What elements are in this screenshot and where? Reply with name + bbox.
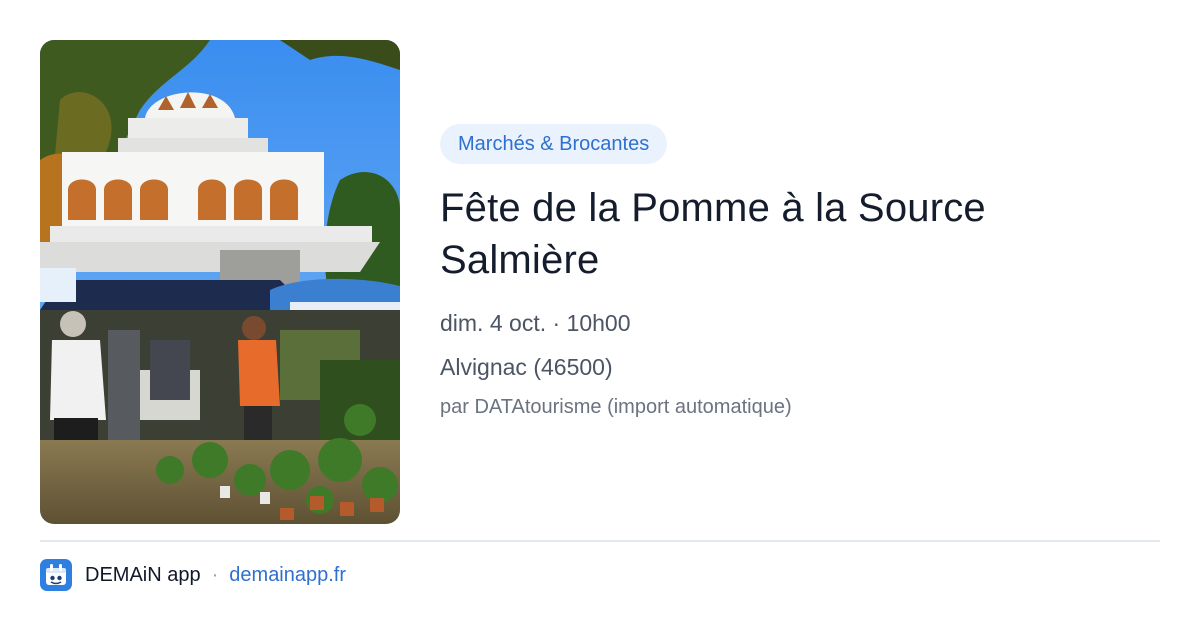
footer-separator: ·: [211, 563, 219, 586]
event-title[interactable]: Fête de la Pomme à la Source Salmière: [440, 182, 1160, 286]
event-location: Alvignac (46500): [440, 354, 613, 380]
footer-divider: [40, 540, 1160, 542]
event-title-line-1: Fête de la Pomme à la Source: [440, 186, 986, 230]
event-datetime: dim. 4 oct. · 10h00: [440, 310, 631, 336]
event-details: Marchés & Brocantes Fête de la Pomme à l…: [440, 124, 1160, 420]
event-photo[interactable]: [40, 40, 400, 524]
category-badge[interactable]: Marchés & Brocantes: [440, 124, 668, 164]
demain-app-icon[interactable]: [40, 559, 72, 591]
footer: DEMAiN app · demainapp.fr: [40, 558, 346, 592]
app-name: DEMAiN app: [85, 563, 201, 586]
site-link[interactable]: demainapp.fr: [229, 564, 346, 587]
event-author: par DATAtourisme (import automatique): [440, 396, 792, 418]
event-title-line-2: Salmière: [440, 238, 600, 282]
